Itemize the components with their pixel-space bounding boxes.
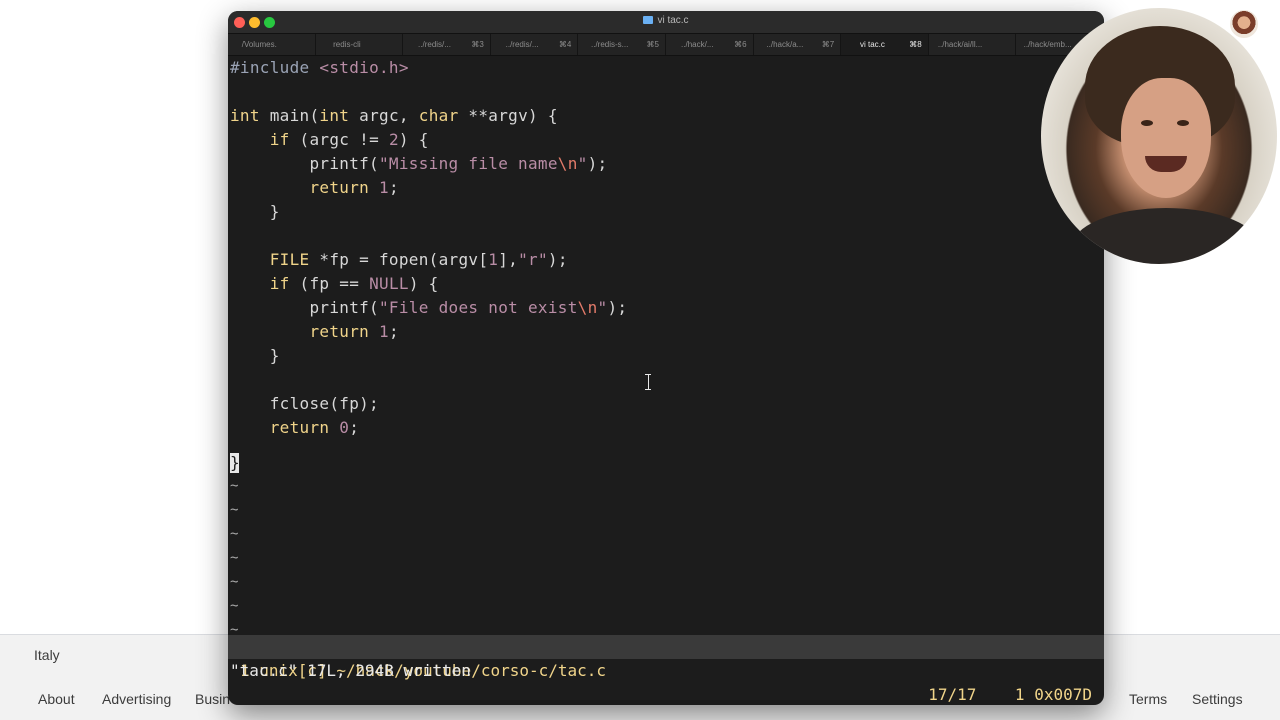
- tab-label: ../redis/...: [505, 40, 539, 49]
- code-line-15: fclose(fp);: [230, 394, 379, 413]
- code-line-4: if (argc != 2) {: [269, 130, 429, 149]
- vim-status-line: 1 unix[c] ~/hack/youtube/corso-c/tac.c 1…: [228, 635, 1104, 704]
- code-line-7: }: [230, 202, 280, 221]
- tab-shortcut: ⌘5: [646, 40, 659, 49]
- eye-shape: [1141, 120, 1153, 126]
- code-line-10: if (fp == NULL) {: [269, 274, 439, 293]
- cursor-char: }: [230, 453, 240, 472]
- tab-1[interactable]: /Volumes.: [228, 34, 316, 55]
- face-shape: [1121, 78, 1211, 198]
- tab-label: ../hack/ai/ll...: [937, 40, 983, 49]
- shirt-shape: [1071, 208, 1261, 264]
- empty-line-marker: ~: [230, 526, 239, 542]
- empty-line-marker: ~: [230, 478, 239, 494]
- folder-icon: [643, 16, 654, 24]
- code-line-11: printf("File does not exist\n");: [230, 298, 628, 317]
- footer-link-terms[interactable]: Terms: [1129, 691, 1167, 707]
- tab-shortcut: ⌘6: [734, 40, 747, 49]
- tab-label: ../hack/a...: [766, 40, 804, 49]
- status-position: 17/17 1 0x007D: [928, 685, 1092, 704]
- empty-line-marker: ~: [230, 574, 239, 590]
- country-label: Italy: [34, 647, 60, 663]
- eye-shape: [1177, 120, 1189, 126]
- window-title-text: vi tac.c: [657, 15, 689, 26]
- tab-5[interactable]: ../redis-s... ⌘5: [578, 34, 666, 55]
- empty-line-marker: ~: [230, 502, 239, 518]
- user-avatar[interactable]: [1228, 8, 1260, 40]
- tab-shortcut: ⌘3: [471, 40, 484, 49]
- tab-9[interactable]: ../hack/ai/ll...: [929, 34, 1017, 55]
- tab-label: ../hack/emb...: [1023, 40, 1072, 49]
- code-line-5: printf("Missing file name\n");: [230, 154, 608, 173]
- text-cursor: }: [230, 453, 240, 473]
- footer-link-business[interactable]: Busin: [195, 691, 230, 707]
- tab-3[interactable]: ../redis/... ⌘3: [403, 34, 491, 55]
- code-line-16: return 0;: [269, 418, 360, 437]
- code-line-1: #include <stdio.h>: [230, 58, 409, 77]
- ibeam-cursor-icon: [645, 374, 651, 390]
- vim-command-line[interactable]: "tac.c" 17L, 294B written: [230, 659, 471, 683]
- code-line-9: FILE *fp = fopen(argv[1],"r");: [269, 250, 568, 269]
- tab-label: ../redis-s...: [591, 40, 629, 49]
- tab-label: ../hack/...: [681, 40, 714, 49]
- tab-shortcut: ⌘8: [909, 40, 922, 49]
- tab-shortcut: ⌘7: [821, 40, 835, 49]
- code-line-6: return 1;: [309, 178, 399, 197]
- code-line-12: return 1;: [309, 322, 399, 341]
- tab-label: redis-cli: [333, 40, 361, 49]
- tab-4[interactable]: ../redis/... ⌘4: [491, 34, 579, 55]
- tab-label: ../redis/...: [418, 40, 451, 49]
- footer-link-about[interactable]: About: [38, 691, 75, 707]
- tab-2[interactable]: redis-cli: [316, 34, 404, 55]
- tab-shortcut: ⌘4: [558, 40, 572, 49]
- tab-6[interactable]: ../hack/... ⌘6: [666, 34, 754, 55]
- footer-link-settings[interactable]: Settings: [1192, 691, 1243, 707]
- tab-8-active[interactable]: vi tac.c ⌘8: [841, 34, 929, 55]
- window-title: vi tac.c: [228, 15, 1104, 26]
- empty-line-marker: ~: [230, 598, 239, 614]
- tab-bar: /Volumes. redis-cli ../redis/... ⌘3 ../re…: [228, 34, 1104, 56]
- code-line-3: int main(int argc, char **argv) {: [230, 106, 558, 125]
- terminal-window[interactable]: vi tac.c /Volumes. redis-cli ../redis/..…: [228, 11, 1104, 705]
- footer-link-advertising[interactable]: Advertising: [102, 691, 171, 707]
- tab-7[interactable]: ../hack/a... ⌘7: [754, 34, 842, 55]
- tab-label: vi tac.c: [860, 40, 885, 49]
- vim-editor[interactable]: #include <stdio.h> int main(int argc, ch…: [228, 56, 1104, 638]
- title-bar[interactable]: vi tac.c: [228, 11, 1104, 34]
- tab-label: /Volumes.: [241, 40, 277, 49]
- code-line-13: }: [230, 346, 280, 365]
- empty-line-marker: ~: [230, 550, 239, 566]
- webcam-video-overlay: [1041, 8, 1277, 264]
